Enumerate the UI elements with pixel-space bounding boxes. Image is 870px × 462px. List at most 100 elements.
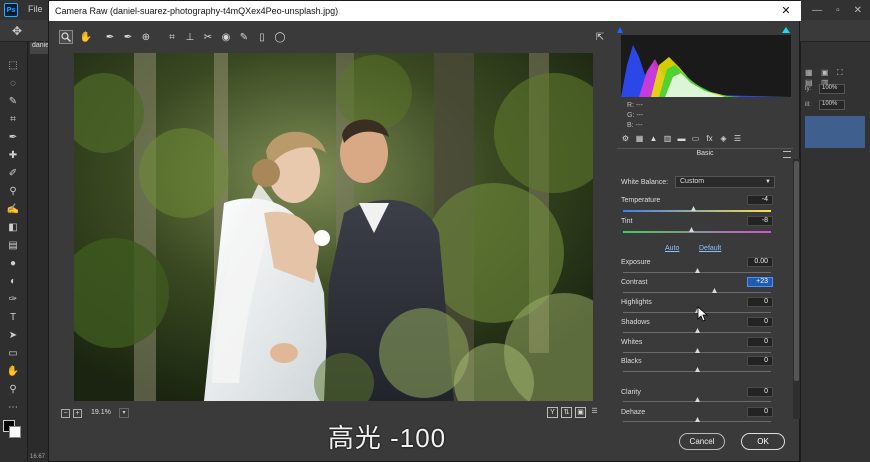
slider-thumb-dehaze[interactable] xyxy=(695,417,700,422)
quick-select-tool-icon[interactable]: ✎ xyxy=(6,94,20,108)
calibration-tab-icon[interactable]: ◈ xyxy=(718,133,729,145)
photoshop-logo: Ps xyxy=(4,3,18,17)
panel-frame-icon[interactable]: ▣ xyxy=(821,68,831,78)
zoom-dropdown[interactable]: ▾ xyxy=(119,408,129,418)
document-tab[interactable]: danie xyxy=(30,42,50,54)
slider-thumb-temperature[interactable] xyxy=(691,206,696,211)
slider-value-whites[interactable]: 0 xyxy=(747,337,773,347)
close-icon[interactable]: ✕ xyxy=(779,1,793,21)
swap-before-after-icon[interactable]: ⇅ xyxy=(561,407,572,418)
slider-thumb-blacks[interactable] xyxy=(695,367,700,372)
minimize-icon[interactable]: — xyxy=(812,5,822,16)
straighten-icon[interactable]: ⊥ xyxy=(183,30,197,44)
hsl-tab-icon[interactable]: ▥ xyxy=(662,133,673,145)
brush-tool-icon[interactable]: ✐ xyxy=(6,166,20,180)
auto-link[interactable]: Auto xyxy=(665,245,679,252)
copy-settings-icon[interactable]: ▣ xyxy=(575,407,586,418)
slider-thumb-shadows[interactable] xyxy=(695,328,700,333)
scrollbar-thumb[interactable] xyxy=(794,161,799,381)
panel-tabs: ⚙ ▦ ▲ ▥ ▬ ▭ fx ◈ ☰ xyxy=(619,133,793,147)
history-brush-icon[interactable]: ✍ xyxy=(6,202,20,216)
slider-thumb-whites[interactable] xyxy=(695,348,700,353)
lasso-tool-icon[interactable]: ◌ xyxy=(6,76,20,90)
slider-thumb-clarity[interactable] xyxy=(695,397,700,402)
spot-removal-icon[interactable]: ✂ xyxy=(201,30,215,44)
adjustment-brush-icon[interactable]: ✎ xyxy=(237,30,251,44)
panel-link-icon[interactable]: ⛶ xyxy=(837,68,847,78)
photo-preview[interactable] xyxy=(74,53,593,401)
slider-value-dehaze[interactable]: 0 xyxy=(747,407,773,417)
shape-tool-icon[interactable]: ▭ xyxy=(6,346,20,360)
stamp-tool-icon[interactable]: ⚲ xyxy=(6,184,20,198)
slider-thumb-exposure[interactable] xyxy=(695,268,700,273)
lens-tab-icon[interactable]: ▭ xyxy=(690,133,701,145)
dodge-tool-icon[interactable]: ◐ xyxy=(6,274,20,288)
eraser-tool-icon[interactable]: ◧ xyxy=(6,220,20,234)
white-balance-select[interactable]: Custom ▼ xyxy=(675,176,775,188)
pen-tool-icon[interactable]: ✑ xyxy=(6,292,20,306)
zoom-in-button[interactable]: + xyxy=(73,409,82,418)
target-adjustment-icon[interactable]: ⊕ xyxy=(139,30,153,44)
panel-scrollbar[interactable] xyxy=(793,159,800,419)
maximize-icon[interactable]: ▫ xyxy=(836,5,840,16)
crop-icon[interactable]: ⌗ xyxy=(165,30,179,44)
panel-menu-icon[interactable] xyxy=(783,151,791,158)
marquee-tool-icon[interactable]: ⬚ xyxy=(6,58,20,72)
default-link[interactable]: Default xyxy=(699,245,721,252)
open-preferences-icon[interactable]: ⇱ xyxy=(593,30,607,44)
menu-file[interactable]: File xyxy=(28,4,43,14)
zoom-icon[interactable] xyxy=(59,30,73,44)
tone-curve-tab-icon[interactable]: ▦ xyxy=(634,133,645,145)
slider-track-contrast[interactable] xyxy=(623,292,771,293)
highlight-clipping-warning-icon[interactable] xyxy=(782,27,790,33)
close-window-icon[interactable]: ✕ xyxy=(854,5,862,16)
white-balance-eyedropper-icon[interactable]: ✒ xyxy=(103,30,117,44)
split-toning-tab-icon[interactable]: ▬ xyxy=(676,133,687,145)
eyedropper-tool-icon[interactable]: ✒ xyxy=(6,130,20,144)
crop-tool-icon[interactable]: ⌗ xyxy=(6,112,20,126)
color-sampler-icon[interactable]: ✒ xyxy=(121,30,135,44)
zoom-out-button[interactable]: − xyxy=(61,409,70,418)
slider-label-exposure: Exposure xyxy=(621,259,651,266)
type-tool-icon[interactable]: T xyxy=(6,310,20,324)
detail-tab-icon[interactable]: ▲ xyxy=(648,133,659,145)
healing-tool-icon[interactable]: ✚ xyxy=(6,148,20,162)
shadow-clipping-warning-icon[interactable] xyxy=(617,27,623,33)
effects-tab-icon[interactable]: fx xyxy=(704,133,715,145)
slider-value-tint[interactable]: -8 xyxy=(747,216,773,226)
hand-tool-icon[interactable]: ✋ xyxy=(6,364,20,378)
opacity-field[interactable]: 100% xyxy=(819,84,845,94)
gradient-tool-icon[interactable]: ▤ xyxy=(6,238,20,252)
g-value: G: --- xyxy=(627,112,644,119)
slider-value-contrast[interactable]: +23 xyxy=(747,277,773,287)
slider-track-tint[interactable] xyxy=(623,231,771,233)
slider-value-highlights[interactable]: 0 xyxy=(747,297,773,307)
presets-tab-icon[interactable]: ☰ xyxy=(732,133,743,145)
basic-tab-icon[interactable]: ⚙ xyxy=(620,133,631,145)
slider-track-temperature[interactable] xyxy=(623,210,771,212)
more-tools-icon[interactable]: ⋯ xyxy=(6,400,20,414)
red-eye-icon[interactable]: ◉ xyxy=(219,30,233,44)
blur-tool-icon[interactable]: ● xyxy=(6,256,20,270)
slider-value-shadows[interactable]: 0 xyxy=(747,317,773,327)
selected-layer-row[interactable] xyxy=(805,116,865,148)
panel-grid-icon[interactable]: ▦ xyxy=(805,68,815,78)
slider-thumb-contrast[interactable] xyxy=(712,288,717,293)
move-tool-icon[interactable]: ✥ xyxy=(12,24,22,38)
slider-thumb-tint[interactable] xyxy=(689,227,694,232)
background-color-swatch[interactable] xyxy=(9,426,21,438)
slider-value-clarity[interactable]: 0 xyxy=(747,387,773,397)
fill-field[interactable]: 100% xyxy=(819,100,845,110)
zoom-tool-icon[interactable]: ⚲ xyxy=(6,382,20,396)
slider-value-exposure[interactable]: 0.00 xyxy=(747,257,773,267)
path-select-tool-icon[interactable]: ➤ xyxy=(6,328,20,342)
ok-button[interactable]: OK xyxy=(741,433,785,450)
slider-value-temperature[interactable]: -4 xyxy=(747,195,773,205)
cancel-button[interactable]: Cancel xyxy=(679,433,725,450)
before-after-y-icon[interactable]: Y xyxy=(547,407,558,418)
graduated-filter-icon[interactable]: ▯ xyxy=(255,30,269,44)
slider-value-blacks[interactable]: 0 xyxy=(747,356,773,366)
radial-filter-icon[interactable]: ◯ xyxy=(273,30,287,44)
preview-settings-icon[interactable]: ☰ xyxy=(589,407,600,418)
hand-icon[interactable]: ✋ xyxy=(79,30,93,44)
